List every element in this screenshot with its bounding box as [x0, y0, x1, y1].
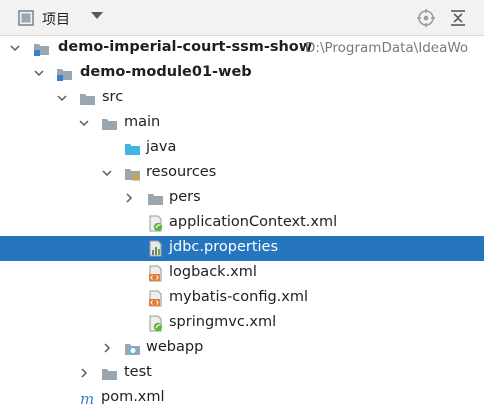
folder-icon [80, 94, 95, 105]
tree-row-main[interactable]: main [0, 111, 484, 136]
chevron-down-icon[interactable] [57, 93, 67, 103]
tree-row-mybatis-config-xml[interactable]: mybatis-config.xml [0, 286, 484, 311]
tree-row-springmvc-xml[interactable]: springmvc.xml [0, 311, 484, 336]
tree-row-module-web[interactable]: demo-module01-web [0, 61, 484, 86]
module-folder-icon [34, 44, 49, 56]
tree-row-resources[interactable]: resources [0, 161, 484, 186]
chevron-down-icon[interactable] [34, 68, 44, 78]
properties-file-icon [149, 240, 162, 257]
tree-item-label: demo-imperial-court-ssm-show [58, 39, 313, 55]
xml-file-icon [149, 290, 162, 307]
chevron-down-icon[interactable] [79, 118, 89, 128]
tree-item-label: springmvc.xml [169, 314, 277, 330]
maven-icon: m [80, 390, 94, 407]
project-view-icon [18, 10, 34, 26]
tree-item-label: java [146, 139, 177, 155]
resources-folder-icon [125, 169, 140, 181]
collapse-all-icon[interactable] [448, 8, 468, 28]
svg-text:m: m [80, 390, 94, 407]
tree-row-jdbc-properties[interactable]: jdbc.properties [0, 236, 484, 261]
tree-row-pom-xml[interactable]: m pom.xml [0, 386, 484, 411]
tree-row-logback-xml[interactable]: logback.xml [0, 261, 484, 286]
tree-item-label: logback.xml [169, 264, 257, 280]
tree-row-root-module[interactable]: demo-imperial-court-ssm-show D:\ProgramD… [0, 36, 484, 61]
spring-xml-icon [149, 215, 163, 232]
folder-icon [148, 194, 163, 205]
chevron-right-icon[interactable] [124, 193, 134, 203]
folder-icon [102, 369, 117, 380]
tree-item-label: src [102, 89, 124, 105]
tree-item-label: mybatis-config.xml [169, 289, 309, 305]
tree-item-label: jdbc.properties [169, 239, 279, 255]
chevron-down-icon[interactable] [10, 43, 20, 53]
chevron-right-icon[interactable] [102, 343, 112, 353]
tree-item-label: webapp [146, 339, 204, 355]
tree-row-src[interactable]: src [0, 86, 484, 111]
tree-row-pers[interactable]: pers [0, 186, 484, 211]
tree-row-applicationcontext-xml[interactable]: applicationContext.xml [0, 211, 484, 236]
chevron-down-icon[interactable] [102, 168, 112, 178]
tree-item-label: resources [146, 164, 217, 180]
tree-item-label: applicationContext.xml [169, 214, 338, 230]
project-toolbar: 项目 [0, 0, 484, 36]
module-path: D:\ProgramData\IdeaWo [305, 40, 469, 56]
source-root-folder-icon [125, 144, 140, 155]
spring-xml-icon [149, 315, 163, 332]
locate-crosshair-icon[interactable] [416, 8, 436, 28]
tree-row-webapp[interactable]: webapp [0, 336, 484, 361]
tree-item-label: demo-module01-web [80, 64, 252, 80]
tree-item-label: test [124, 364, 152, 380]
web-folder-icon [125, 344, 140, 355]
module-folder-icon [57, 69, 72, 81]
folder-icon [102, 119, 117, 130]
xml-file-icon [149, 265, 162, 282]
tree-item-label: pers [169, 189, 201, 205]
chevron-down-icon[interactable] [91, 12, 103, 19]
tree-row-test[interactable]: test [0, 361, 484, 386]
tree-item-label: pom.xml [101, 389, 165, 405]
tree-item-label: main [124, 114, 161, 130]
tree-row-java[interactable]: java [0, 136, 484, 161]
tool-window-title[interactable]: 项目 [42, 9, 70, 29]
chevron-right-icon[interactable] [79, 368, 89, 378]
